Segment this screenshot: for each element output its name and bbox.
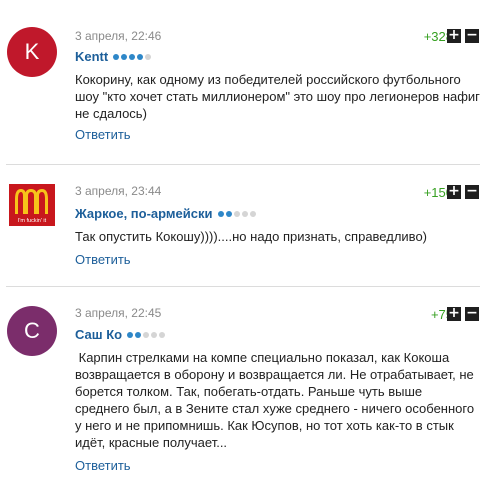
rank-dot: [113, 53, 120, 60]
avatar-letter: С: [24, 318, 40, 343]
comment-item: I'm fuckin' it 3 апреля, 23:44 Жаркое, п…: [0, 164, 491, 286]
upvote-button[interactable]: +: [447, 184, 461, 199]
author-name[interactable]: Саш Ко: [75, 327, 122, 342]
comment-text: Кокорину, как одному из победителей росс…: [75, 72, 480, 121]
author-line: Жаркое, по-армейски: [75, 206, 256, 221]
rank-dot: [151, 331, 158, 338]
upvote-button[interactable]: +: [447, 28, 461, 43]
avatar-letter: K: [24, 39, 40, 64]
author-name[interactable]: Kentt: [75, 49, 108, 64]
rank-dots: [217, 210, 256, 217]
rank-dot: [127, 331, 134, 338]
upvote-button[interactable]: +: [447, 306, 461, 321]
rank-dots: [113, 53, 152, 60]
comments-feed: K 3 апреля, 22:46 Kentt Кокорину, как од…: [0, 0, 491, 485]
comment-text: Так опустить Кокошу))))....но надо призн…: [75, 229, 428, 244]
comment-item: K 3 апреля, 22:46 Kentt Кокорину, как од…: [0, 0, 491, 160]
reply-link[interactable]: Ответить: [75, 252, 131, 267]
rank-dot: [233, 210, 240, 217]
reply-link[interactable]: Ответить: [75, 458, 131, 473]
rank-dot: [217, 210, 224, 217]
avatar[interactable]: I'm fuckin' it: [9, 184, 55, 226]
rank-dot: [145, 53, 152, 60]
downvote-button[interactable]: −: [465, 184, 479, 199]
rank-dot: [241, 210, 248, 217]
comment-text: Карпин стрелками на компе специально пок…: [75, 350, 478, 450]
avatar[interactable]: K: [7, 27, 57, 77]
rank-dot: [121, 53, 128, 60]
author-line: Саш Ко: [75, 327, 166, 342]
reply-link[interactable]: Ответить: [75, 127, 131, 142]
rank-dot: [143, 331, 150, 338]
rank-dot: [225, 210, 232, 217]
avatar-caption: I'm fuckin' it: [18, 218, 47, 224]
rank-dot: [135, 331, 142, 338]
comment-date: 3 апреля, 22:45: [75, 306, 162, 320]
author-name[interactable]: Жаркое, по-армейски: [75, 206, 213, 221]
rank-dots: [127, 331, 166, 338]
rank-dot: [249, 210, 256, 217]
rank-dot: [129, 53, 136, 60]
rank-dot: [137, 53, 144, 60]
avatar[interactable]: С: [7, 306, 57, 356]
comment-item: С 3 апреля, 22:45 Саш Ко Карпин стрелкам…: [0, 286, 491, 485]
rank-dot: [159, 331, 166, 338]
downvote-button[interactable]: −: [465, 28, 479, 43]
downvote-button[interactable]: −: [465, 306, 479, 321]
mcdonalds-logo-icon: I'm fuckin' it: [9, 184, 55, 226]
comment-date: 3 апреля, 23:44: [75, 184, 162, 198]
comment-date: 3 апреля, 22:46: [75, 29, 162, 43]
author-line: Kentt: [75, 49, 152, 64]
